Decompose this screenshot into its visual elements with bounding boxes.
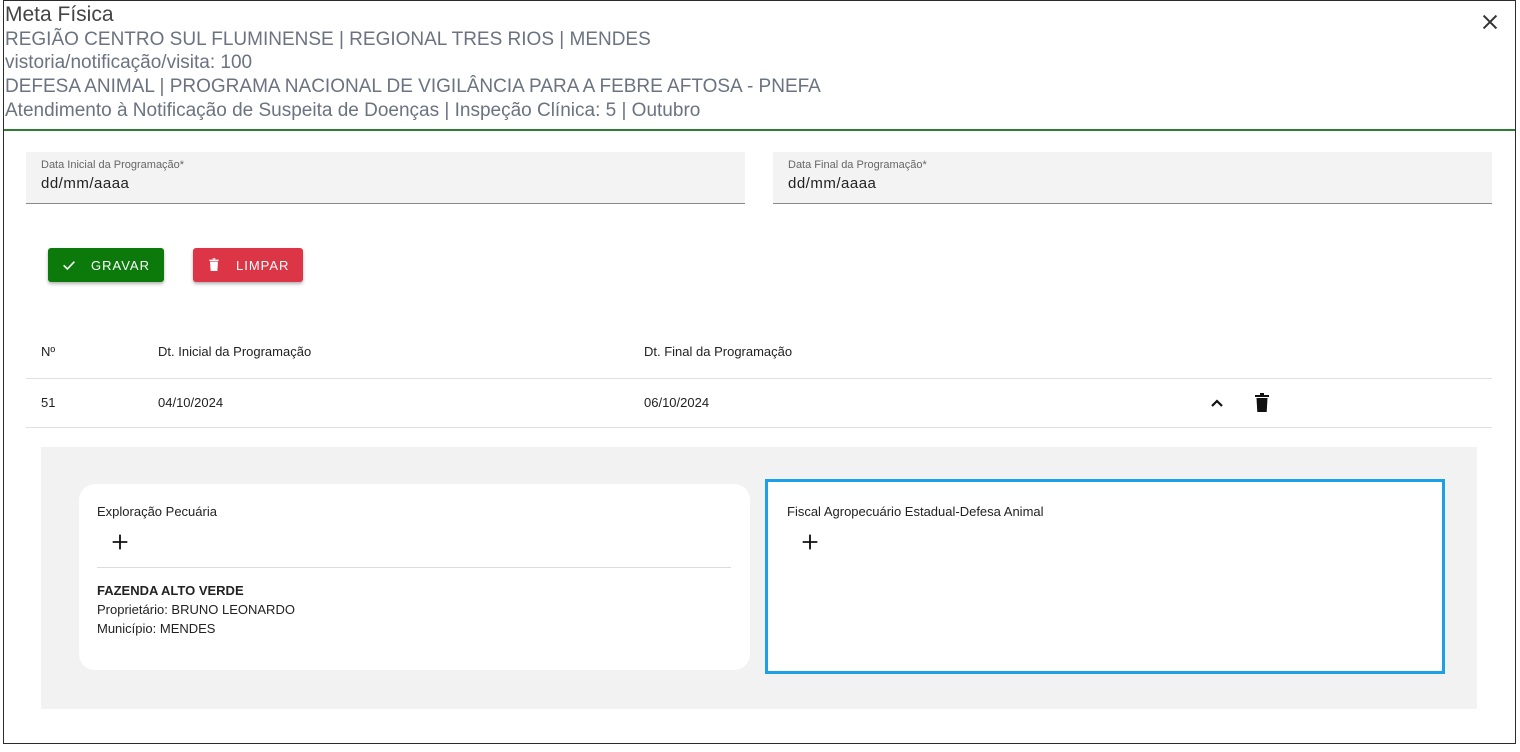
table-row-divider — [26, 427, 1492, 428]
table-header-divider — [26, 378, 1492, 379]
farm-owner: Proprietário: BRUNO LEONARDO — [97, 602, 295, 617]
add-exploracao-icon[interactable] — [109, 531, 131, 553]
dialog-header: Meta Física REGIÃO CENTRO SUL FLUMINENSE… — [4, 1, 1515, 131]
column-header-end-date: Dt. Final da Programação — [644, 344, 793, 359]
end-date-input[interactable] — [788, 175, 1436, 192]
row-end-date: 06/10/2024 — [644, 395, 710, 410]
exploracao-divider — [97, 567, 731, 568]
start-date-label: Data Inicial da Programação* — [41, 159, 185, 171]
farm-name: FAZENDA ALTO VERDE — [97, 583, 244, 598]
close-icon[interactable] — [1479, 11, 1501, 33]
header-activity-line: Atendimento à Notificação de Suspeita de… — [5, 100, 701, 121]
delete-icon[interactable] — [1250, 391, 1274, 415]
header-visit-line: vistoria/notificação/visita: 100 — [5, 52, 253, 73]
header-region-line: REGIÃO CENTRO SUL FLUMINENSE | REGIONAL … — [5, 29, 651, 50]
save-button-label: GRAVAR — [91, 257, 150, 273]
add-fiscal-icon[interactable] — [799, 531, 821, 553]
fiscal-title: Fiscal Agropecuário Estadual-Defesa Anim… — [787, 504, 1044, 519]
end-date-field[interactable]: Data Final da Programação* — [773, 152, 1492, 204]
chevron-up-icon[interactable] — [1205, 391, 1229, 415]
clear-button[interactable]: LIMPAR — [193, 248, 303, 282]
check-icon — [63, 261, 75, 271]
farm-municipality: Município: MENDES — [97, 621, 216, 636]
dialog-title: Meta Física — [5, 3, 114, 26]
meta-fisica-dialog: Meta Física REGIÃO CENTRO SUL FLUMINENSE… — [3, 0, 1516, 744]
exploracao-title: Exploração Pecuária — [97, 504, 217, 519]
save-button[interactable]: GRAVAR — [48, 248, 164, 282]
header-program-line: DEFESA ANIMAL | PROGRAMA NACIONAL DE VIG… — [5, 76, 821, 97]
row-number: 51 — [41, 395, 56, 410]
row-start-date: 04/10/2024 — [158, 395, 224, 410]
end-date-label: Data Final da Programação* — [788, 159, 927, 171]
start-date-input[interactable] — [41, 175, 689, 192]
column-header-number: Nº — [41, 344, 56, 359]
trash-icon — [209, 258, 219, 271]
column-header-start-date: Dt. Inicial da Programação — [158, 344, 312, 359]
clear-button-label: LIMPAR — [236, 257, 290, 273]
start-date-field[interactable]: Data Inicial da Programação* — [26, 152, 745, 204]
